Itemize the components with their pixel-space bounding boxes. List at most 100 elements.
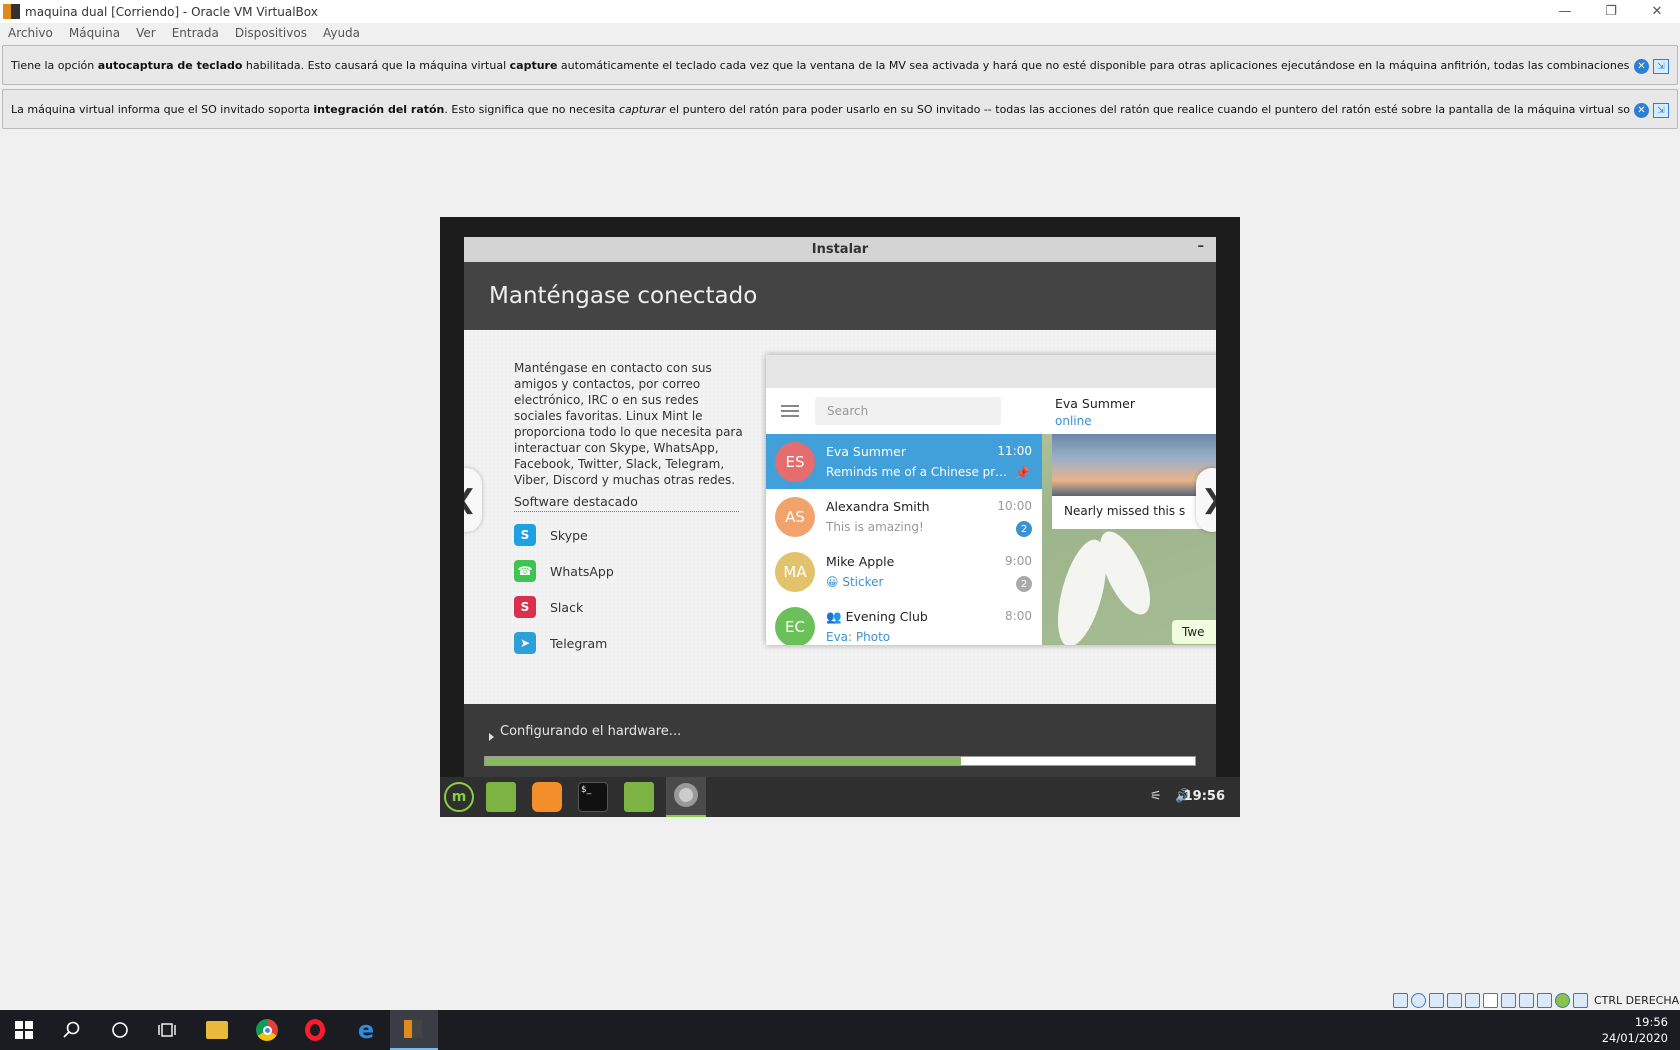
virtualbox-icon	[3, 3, 20, 20]
mint-clock[interactable]: 19:56	[1184, 789, 1225, 804]
slide-header: Manténgase conectado	[464, 262, 1216, 330]
virtualbox-task-button[interactable]	[390, 1010, 438, 1050]
chat-time: 9:00	[1005, 554, 1032, 568]
whatsapp-icon: ☎	[514, 560, 536, 582]
prev-slide-button[interactable]: ❮	[464, 468, 482, 532]
menu-bar: Archivo Máquina Ver Entrada Dispositivos…	[0, 23, 1680, 43]
installer-title: Instalar	[811, 242, 869, 257]
show-desktop-icon[interactable]	[486, 782, 516, 812]
conversation-header: Eva Summer online	[1042, 388, 1216, 434]
progress-area: Configurando el hardware...	[464, 704, 1216, 777]
menu-archivo[interactable]: Archivo	[8, 26, 53, 40]
expander-arrow-icon[interactable]	[489, 733, 494, 741]
search-icon[interactable]	[60, 1018, 84, 1042]
group-icon: 👥	[826, 609, 842, 624]
close-notice-icon[interactable]: ✕	[1634, 59, 1649, 74]
software-item: S Slack	[514, 589, 739, 625]
avatar: AS	[775, 496, 815, 537]
software-list: S Skype ☎ WhatsApp S Slack ➤ Telegram	[514, 517, 739, 661]
avatar: MA	[775, 551, 815, 592]
network-adapter-icon[interactable]	[1447, 992, 1462, 1008]
smile-emoji-icon: 😀	[826, 575, 839, 589]
vm-screen[interactable]: Instalar – Manténgase conectado Manténga…	[440, 217, 1240, 817]
slideshow: Manténgase en contacto con sus amigos y …	[464, 330, 1216, 704]
menu-dispositivos[interactable]: Dispositivos	[235, 26, 307, 40]
photo-caption: Nearly missed this s	[1064, 504, 1186, 518]
optical-drive-icon[interactable]	[1411, 992, 1426, 1008]
opera-icon[interactable]	[305, 1019, 325, 1041]
display-icon[interactable]	[1501, 992, 1516, 1008]
menu-entrada[interactable]: Entrada	[172, 26, 219, 40]
installer-minimize-button[interactable]: –	[1198, 239, 1205, 254]
chat-item-eva-summer: ES Eva Summer Reminds me of a Chinese pr…	[766, 434, 1042, 489]
slide-description: Manténgase en contacto con sus amigos y …	[514, 361, 743, 487]
software-name: Slack	[550, 599, 584, 615]
chat-preview: 😀 Sticker	[826, 575, 1011, 589]
chat-name: Eva Summer	[826, 444, 906, 459]
message-bubble: Twe	[1172, 620, 1216, 644]
shared-folders-icon[interactable]	[1483, 992, 1498, 1008]
task-view-icon[interactable]	[156, 1018, 180, 1042]
chat-time: 10:00	[997, 499, 1032, 513]
mint-menu-icon[interactable]: m	[444, 782, 474, 812]
installer-window: Instalar – Manténgase conectado Manténga…	[464, 237, 1216, 777]
windows-start-icon[interactable]	[12, 1018, 36, 1042]
mouse-integration-notice: La máquina virtual informa que el SO inv…	[2, 89, 1678, 129]
software-item: ☎ WhatsApp	[514, 553, 739, 589]
telegram-conversation: Eva Summer online Nearly missed this s T…	[1042, 388, 1216, 645]
chat-preview: This is amazing!	[826, 520, 924, 534]
files-icon[interactable]	[624, 782, 654, 812]
mouse-integration-icon[interactable]	[1573, 992, 1588, 1008]
minimize-button[interactable]: —	[1542, 0, 1588, 23]
close-notice-icon[interactable]: ✕	[1634, 103, 1649, 118]
mint-panel: m $_ ⚟ 🔊 19:56	[440, 777, 1240, 817]
chat-preview: Reminds me of a Chinese proverb	[826, 465, 1011, 479]
menu-ver[interactable]: Ver	[136, 26, 156, 40]
dont-show-again-icon[interactable]: ⇲	[1653, 59, 1669, 74]
installer-task-button[interactable]	[666, 777, 706, 817]
photo-message: Nearly missed this s	[1052, 434, 1216, 529]
virtualization-icon[interactable]	[1537, 992, 1552, 1008]
avatar: EC	[775, 606, 815, 645]
terminal-icon[interactable]: $_	[578, 782, 608, 812]
guest-additions-icon[interactable]	[1555, 992, 1570, 1008]
chat-item-mike-apple: MA Mike Apple 😀 Sticker 9:00 2	[766, 544, 1042, 599]
firefox-icon[interactable]	[532, 782, 562, 812]
system-clock[interactable]: 19:56 24/01/2020	[1602, 1014, 1668, 1046]
software-item: ➤ Telegram	[514, 625, 739, 661]
video-capture-icon[interactable]	[1519, 992, 1534, 1008]
chrome-icon[interactable]	[256, 1019, 278, 1041]
telegram-titlebar	[766, 355, 1216, 388]
host-key-label: CTRL DERECHA	[1594, 993, 1680, 1007]
restore-button[interactable]: ❐	[1588, 0, 1634, 23]
sunset-photo	[1052, 434, 1216, 496]
telegram-chat-list: Search ES Eva Summer Reminds me of a Chi…	[766, 388, 1042, 645]
network-icon[interactable]: ⚟	[1150, 789, 1162, 804]
featured-software-heading: Software destacado	[514, 494, 739, 512]
audio-icon[interactable]	[1429, 992, 1444, 1008]
close-button[interactable]: ✕	[1634, 0, 1680, 23]
menu-ayuda[interactable]: Ayuda	[323, 26, 360, 40]
pin-icon: 📌	[1015, 466, 1030, 480]
keyboard-capture-notice: Tiene la opción autocaptura de teclado h…	[2, 45, 1678, 85]
hard-disk-icon[interactable]	[1393, 992, 1408, 1008]
file-explorer-icon[interactable]	[206, 1021, 228, 1039]
progress-fill	[485, 757, 961, 765]
chat-item-evening-club: EC 👥 Evening Club Eva: Photo 8:00	[766, 599, 1042, 645]
dont-show-again-icon[interactable]: ⇲	[1653, 103, 1669, 118]
software-name: WhatsApp	[550, 563, 614, 579]
telegram-icon: ➤	[514, 632, 536, 654]
chat-name: 👥 Evening Club	[826, 609, 928, 625]
edge-icon[interactable]: e	[354, 1016, 378, 1044]
avatar: ES	[775, 441, 815, 482]
title-bar: maquina dual [Corriendo] - Oracle VM Vir…	[0, 0, 1680, 23]
usb-icon[interactable]	[1465, 992, 1480, 1008]
menu-maquina[interactable]: Máquina	[69, 26, 120, 40]
chat-name: Alexandra Smith	[826, 499, 930, 514]
unread-badge: 2	[1016, 521, 1032, 537]
conversation-status: online	[1055, 414, 1092, 428]
cortana-icon[interactable]	[108, 1018, 132, 1042]
next-slide-button[interactable]: ❯	[1196, 468, 1216, 532]
window-title: maquina dual [Corriendo] - Oracle VM Vir…	[25, 4, 318, 19]
chat-item-alexandra-smith: AS Alexandra Smith This is amazing! 10:0…	[766, 489, 1042, 544]
